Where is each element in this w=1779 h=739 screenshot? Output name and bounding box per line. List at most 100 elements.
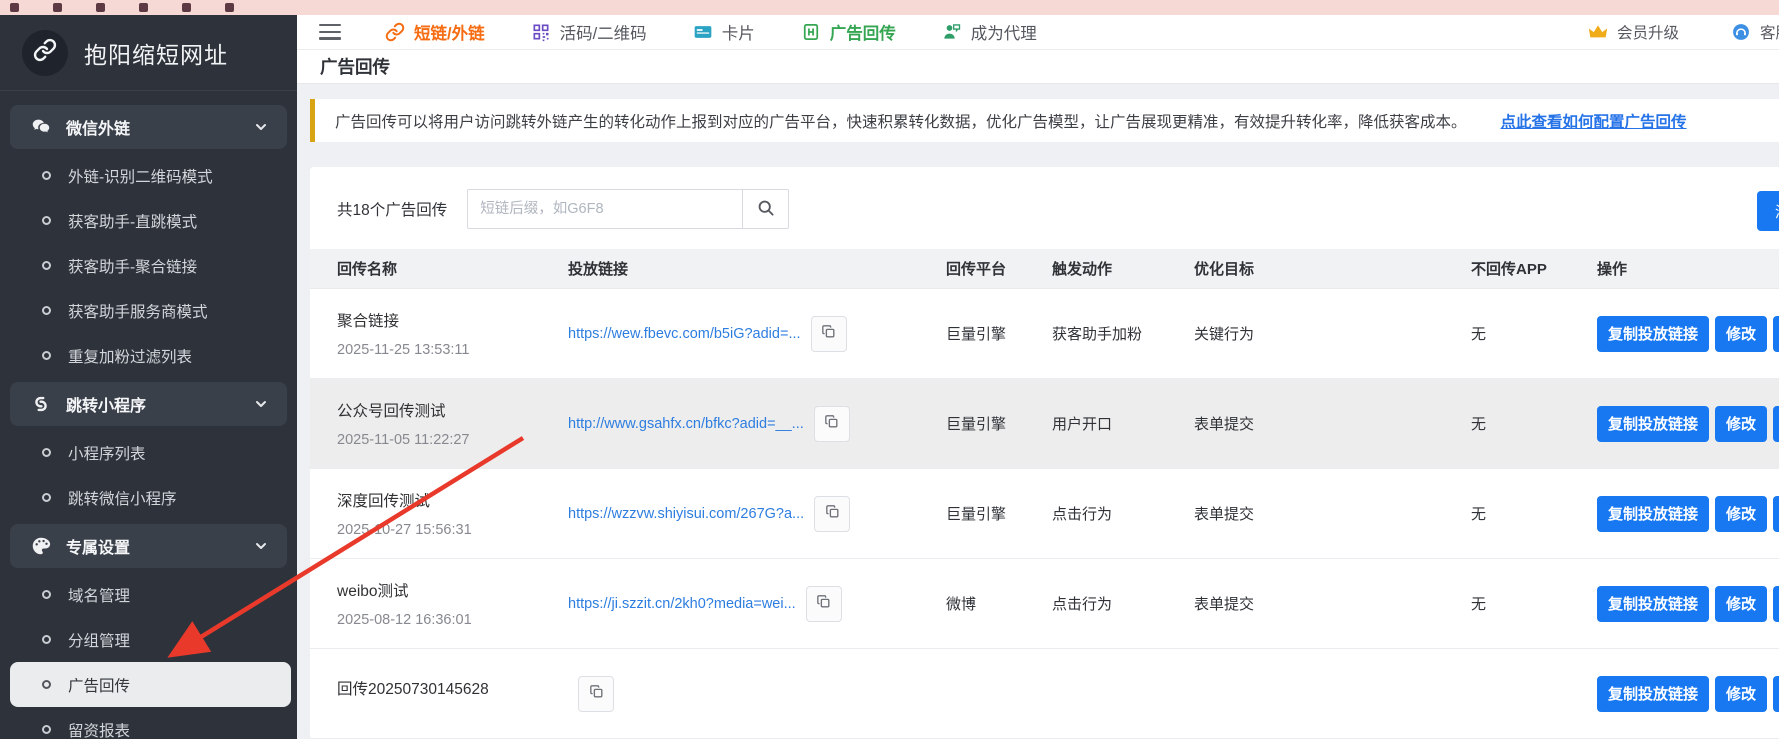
column-header: 回传平台: [946, 258, 1052, 279]
copy-icon: [815, 593, 832, 614]
delete-button[interactable]: 删除: [1773, 316, 1779, 352]
copy-link-button[interactable]: [806, 586, 842, 622]
delete-button[interactable]: 删除: [1773, 496, 1779, 532]
platform-cell: 巨量引擎: [946, 503, 1052, 524]
table-header-row: 回传名称 投放链接 回传平台 触发动作 优化目标 不回传APP 操作: [310, 249, 1779, 289]
copy-link-button[interactable]: [811, 316, 847, 352]
column-header: 触发动作: [1052, 258, 1194, 279]
launch-link[interactable]: https://wzzvw.shiyisui.com/267G?a...: [568, 506, 804, 522]
edit-button[interactable]: 修改: [1715, 586, 1767, 622]
search-button[interactable]: [743, 189, 789, 229]
launch-link[interactable]: http://www.gsahfx.cn/bfkc?adid=__...: [568, 416, 804, 432]
sidebar-item-label: 小程序列表: [68, 442, 146, 464]
trigger-cell: 获客助手加粉: [1052, 323, 1194, 344]
sidebar-group-block: 微信外链 外链-识别二维码模式 获客助手-直跳模式: [0, 105, 297, 378]
sidebar-item[interactable]: 跳转微信小程序: [0, 475, 297, 520]
edit-button[interactable]: 修改: [1715, 316, 1767, 352]
copy-launch-link-button[interactable]: 复制投放链接: [1597, 676, 1709, 712]
column-header: 操作: [1597, 258, 1779, 279]
table-card: 共18个广告回传 添加广告回传 回传名称 投放链接 回传平台 触发动作 优化目标…: [310, 167, 1779, 739]
sidebar-item[interactable]: 分组管理: [0, 617, 297, 662]
callback-name-cell: 聚合链接 2025-11-25 13:53:11: [337, 309, 568, 358]
sidebar-item[interactable]: 重复加粉过滤列表: [0, 333, 297, 378]
copy-launch-link-button[interactable]: 复制投放链接: [1597, 406, 1709, 442]
chevron-down-icon[interactable]: [253, 119, 269, 135]
column-header: 回传名称: [337, 258, 568, 279]
edit-button[interactable]: 修改: [1715, 676, 1767, 712]
edit-button[interactable]: 修改: [1715, 496, 1767, 532]
sidebar-item[interactable]: 获客助手服务商模式: [0, 288, 297, 333]
chevron-down-icon[interactable]: [253, 538, 269, 554]
top-nav-item[interactable]: 卡片: [693, 20, 755, 44]
sidebar-item-label: 获客助手-聚合链接: [68, 255, 197, 277]
sidebar-group-header[interactable]: 专属设置: [10, 524, 287, 568]
top-nav-items: 短链/外链 活码/二维码 卡片 广告回传 成为代理: [385, 20, 1037, 44]
delete-button[interactable]: 删除: [1773, 586, 1779, 622]
copy-launch-link-button[interactable]: 复制投放链接: [1597, 586, 1709, 622]
bullet-icon: [42, 306, 51, 315]
sidebar-item-label: 外链-识别二维码模式: [68, 165, 213, 187]
copy-icon: [823, 413, 840, 434]
callback-name-cell: 回传20250730145628: [337, 677, 568, 710]
column-header: 投放链接: [568, 258, 946, 279]
nav-item-icon: [693, 22, 713, 42]
top-nav-right-item[interactable]: 会员升级: [1588, 21, 1679, 43]
bullet-icon: [42, 680, 51, 689]
callback-name: weibo测试: [337, 579, 568, 601]
sidebar-group-header[interactable]: 跳转小程序: [10, 382, 287, 426]
delete-button[interactable]: 删除: [1773, 676, 1779, 712]
sidebar-group-block: 专属设置 域名管理 分组管理: [0, 524, 297, 739]
nav-item-icon: [531, 22, 551, 42]
callback-created-time: 2025-08-12 16:36:01: [337, 612, 568, 628]
callback-created-time: 2025-10-27 15:56:31: [337, 522, 568, 538]
copy-link-button[interactable]: [814, 406, 850, 442]
top-nav-right-item[interactable]: 客服: [1731, 21, 1779, 43]
sidebar-item[interactable]: 外链-识别二维码模式: [0, 153, 297, 198]
sidebar-item[interactable]: 留资报表: [0, 707, 297, 739]
app-logo: [22, 30, 68, 76]
chevron-down-icon[interactable]: [253, 396, 269, 412]
copy-link-button[interactable]: [814, 496, 850, 532]
link-icon: [33, 38, 57, 67]
add-callback-button[interactable]: 添加广告回传: [1757, 191, 1779, 231]
sidebar-item[interactable]: 获客助手-聚合链接: [0, 243, 297, 288]
goal-cell: 表单提交: [1194, 413, 1471, 434]
launch-link[interactable]: https://wew.fbevc.com/b5iG?adid=...: [568, 326, 801, 342]
actions-cell: 复制投放链接 修改 删除: [1597, 586, 1779, 622]
actions-cell: 复制投放链接 修改 删除: [1597, 496, 1779, 532]
top-nav-item[interactable]: 活码/二维码: [531, 20, 647, 44]
browser-glyph-icon: [96, 3, 105, 12]
delete-button[interactable]: 删除: [1773, 406, 1779, 442]
sidebar-item[interactable]: 获客助手-直跳模式: [0, 198, 297, 243]
search-input[interactable]: [467, 189, 743, 229]
group-icon: [30, 535, 52, 557]
copy-launch-link-button[interactable]: 复制投放链接: [1597, 316, 1709, 352]
callback-name-cell: 公众号回传测试 2025-11-05 11:22:27: [337, 399, 568, 448]
top-nav-item[interactable]: 短链/外链: [385, 20, 485, 44]
actions-cell: 复制投放链接 修改 删除: [1597, 406, 1779, 442]
copy-launch-link-button[interactable]: 复制投放链接: [1597, 496, 1709, 532]
top-nav-item[interactable]: 广告回传: [801, 20, 896, 44]
nav-item-icon: [1588, 22, 1608, 42]
sidebar-item[interactable]: 广告回传: [10, 662, 291, 707]
notice-config-link[interactable]: 点此查看如何配置广告回传: [1501, 110, 1687, 132]
edit-button[interactable]: 修改: [1715, 406, 1767, 442]
callback-name: 公众号回传测试: [337, 399, 568, 421]
callback-name-cell: weibo测试 2025-08-12 16:36:01: [337, 579, 568, 628]
sidebar-item[interactable]: 域名管理: [0, 572, 297, 617]
column-header: 优化目标: [1194, 258, 1471, 279]
group-icon: [30, 393, 52, 415]
copy-link-button[interactable]: [578, 676, 614, 712]
bullet-icon: [42, 493, 51, 502]
hamburger-icon[interactable]: [319, 24, 341, 40]
nav-item-label: 会员升级: [1617, 21, 1679, 43]
column-header: 不回传APP: [1471, 258, 1597, 279]
sidebar-group-header[interactable]: 微信外链: [10, 105, 287, 149]
launch-link-cell: https://wew.fbevc.com/b5iG?adid=...: [568, 316, 946, 352]
sidebar-item[interactable]: 小程序列表: [0, 430, 297, 475]
callback-name: 聚合链接: [337, 309, 568, 331]
launch-link[interactable]: https://ji.szzit.cn/2kh0?media=wei...: [568, 596, 796, 612]
sidebar-item-label: 跳转微信小程序: [68, 487, 177, 509]
nav-item-label: 活码/二维码: [560, 20, 647, 44]
top-nav-item[interactable]: 成为代理: [942, 20, 1037, 44]
